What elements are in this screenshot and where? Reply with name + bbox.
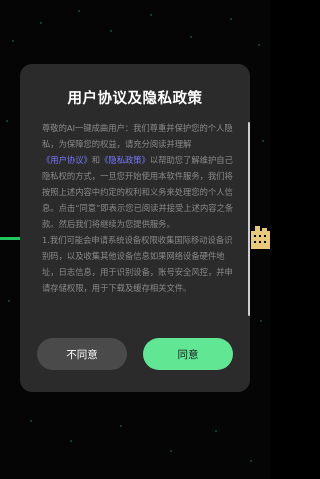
agreement-paragraph: 尊敬的AI一键成曲用户：我们尊重并保护您的个人隐私，为保障您的权益，请充分阅读并…: [42, 120, 240, 232]
user-agreement-link[interactable]: 《用户协议》: [42, 155, 92, 165]
privacy-policy-link[interactable]: 《隐私政策》: [100, 155, 150, 165]
scrollbar[interactable]: [248, 122, 250, 316]
agreement-middle: 以帮助您了解维护自己隐私权的方式，一旦您开始使用本软件服务，我们将按照上述内容中…: [42, 155, 234, 229]
dialog-title: 用户协议及隐私政策: [67, 91, 203, 107]
disagree-button[interactable]: 不同意: [37, 338, 127, 370]
background-line: [0, 237, 20, 240]
agreement-clause-1: 1.我们可能会申请系统设备权限收集国际移动设备识别码，以及收集其他设备信息如果网…: [42, 235, 233, 293]
agreement-text-scroll[interactable]: 尊敬的AI一键成曲用户：我们尊重并保护您的个人隐私，为保障您的权益，请充分阅读并…: [42, 120, 240, 331]
agree-button[interactable]: 同意: [143, 338, 233, 370]
agreement-intro: 尊敬的AI一键成曲用户：我们尊重并保护您的个人隐私，为保障您的权益，请充分阅读并…: [42, 123, 233, 149]
app-screen: 用户协议及隐私政策 尊敬的AI一键成曲用户：我们尊重并保护您的个人隐私，为保障您…: [0, 0, 270, 479]
building-icon: [251, 226, 270, 249]
privacy-dialog: 用户协议及隐私政策 尊敬的AI一键成曲用户：我们尊重并保护您的个人隐私，为保障您…: [20, 64, 250, 392]
agreement-and: 和: [91, 155, 101, 165]
